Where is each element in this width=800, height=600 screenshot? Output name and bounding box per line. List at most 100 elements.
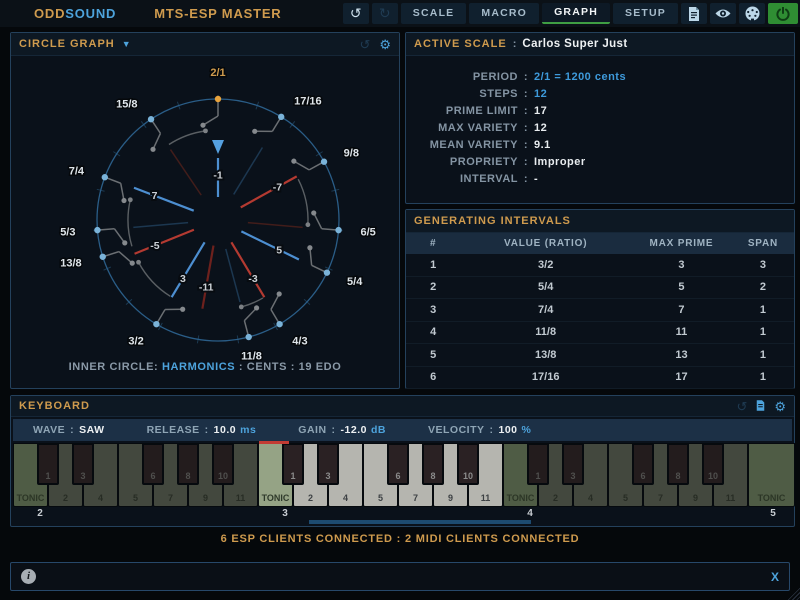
note-elbow	[114, 229, 124, 243]
black-key-10[interactable]: 10	[212, 443, 234, 485]
message-bar: i X	[10, 562, 790, 591]
mts-esp-master-window: ODDSOUND MTS-ESP MASTER ↺ ↻ SCALEMACROGR…	[0, 0, 800, 600]
black-key-3[interactable]: 3	[317, 443, 339, 485]
black-key-6[interactable]: 6	[387, 443, 409, 485]
key-label: 5	[378, 493, 383, 503]
logo-sound: SOUND	[65, 6, 116, 21]
gear-icon[interactable]: ⚙	[379, 38, 391, 51]
key-label: 2	[63, 493, 68, 503]
keyboard-document-icon[interactable]	[756, 400, 765, 413]
black-key-10[interactable]: 10	[457, 443, 479, 485]
circle-graph[interactable]: -1-75-3-113-572/117/169/86/55/44/311/83/…	[11, 56, 397, 368]
table-cell: 5/4	[460, 281, 631, 293]
midi-icon[interactable]	[739, 3, 765, 24]
control-release[interactable]: RELEASE:10.0ms	[147, 424, 257, 436]
note-elbow	[271, 294, 279, 310]
note-dot[interactable]	[321, 159, 327, 165]
control-gain[interactable]: GAIN:-12.0dB	[298, 424, 386, 436]
spoke-label: 7	[152, 190, 158, 202]
faint-spoke	[248, 223, 303, 228]
note-elbow	[203, 116, 218, 125]
black-key-1[interactable]: 1	[282, 443, 304, 485]
key-label: 3	[80, 471, 85, 481]
table-row[interactable]: 25/452	[406, 277, 794, 300]
keyboard-gear-icon[interactable]: ⚙	[774, 400, 786, 413]
note-dot[interactable]	[335, 227, 341, 233]
table-row[interactable]: 411/8111	[406, 322, 794, 345]
key-label: 3	[325, 471, 330, 481]
key-label: 4	[343, 493, 348, 503]
note-dot[interactable]	[94, 227, 100, 233]
spoke-label: 5	[276, 244, 282, 256]
table-cell: 7/4	[460, 304, 631, 316]
faint-spoke	[234, 148, 263, 195]
spoke-line	[134, 188, 194, 211]
control-label: WAVE	[33, 424, 65, 436]
property-value: 9.1	[534, 139, 551, 151]
undo-icon[interactable]: ↺	[343, 3, 369, 24]
intervals-table-body: 13/23325/45237/471411/8111513/8131617/16…	[406, 254, 794, 389]
black-key-6[interactable]: 6	[142, 443, 164, 485]
keyboard-reset-icon[interactable]: ↺	[736, 400, 747, 413]
interval-arc	[241, 298, 263, 307]
table-row[interactable]: 513/8131	[406, 344, 794, 367]
black-key-10[interactable]: 10	[702, 443, 724, 485]
black-key-8[interactable]: 8	[422, 443, 444, 485]
eye-icon[interactable]	[710, 3, 736, 24]
scale-property-row: PRIME LIMIT:17	[406, 102, 794, 119]
note-elbow	[121, 183, 124, 200]
keyboard-scrollbar[interactable]	[309, 520, 531, 524]
tab-setup[interactable]: SETUP	[613, 3, 678, 24]
control-velocity[interactable]: VELOCITY:100%	[428, 424, 531, 436]
reference-note-marker	[259, 441, 289, 444]
note-dot[interactable]	[278, 114, 284, 120]
circle-graph-panel: CIRCLE GRAPH ▼ ↺ ⚙ -1-75-3-113-572/117/1…	[10, 32, 400, 389]
key-label: 6	[150, 471, 155, 481]
tab-graph[interactable]: GRAPH	[542, 3, 610, 24]
control-wave[interactable]: WAVE:SAW	[33, 424, 105, 436]
position-marker[interactable]	[212, 140, 224, 154]
black-key-6[interactable]: 6	[632, 443, 654, 485]
chevron-down-icon[interactable]: ▼	[122, 39, 131, 49]
power-icon[interactable]	[768, 3, 798, 24]
note-dot[interactable]	[100, 254, 106, 260]
black-key-1[interactable]: 1	[37, 443, 59, 485]
table-cell: 7	[631, 304, 732, 316]
note-dot[interactable]	[215, 96, 221, 102]
key-label: 10	[708, 471, 718, 481]
note-dot[interactable]	[324, 269, 330, 275]
document-icon[interactable]	[681, 3, 707, 24]
black-key-3[interactable]: 3	[562, 443, 584, 485]
redo-icon[interactable]: ↻	[372, 3, 398, 24]
active-scale-name: Carlos Super Just	[522, 38, 627, 50]
table-row[interactable]: 37/471	[406, 299, 794, 322]
black-key-8[interactable]: 8	[667, 443, 689, 485]
note-dot[interactable]	[148, 116, 154, 122]
note-dot[interactable]	[102, 174, 108, 180]
spoke-line	[135, 230, 194, 254]
column-header: #	[406, 238, 460, 249]
key-label: TONIC	[507, 493, 535, 503]
table-row[interactable]: 617/16171	[406, 367, 794, 390]
note-inner-dot	[200, 123, 205, 128]
interval-arc	[128, 200, 132, 247]
close-icon[interactable]: X	[771, 570, 779, 584]
tab-scale[interactable]: SCALE	[401, 3, 467, 24]
white-key-tonic[interactable]: TONIC	[748, 443, 795, 507]
generating-intervals-panel: GENERATING INTERVALS #VALUE (RATIO)MAX P…	[405, 209, 795, 389]
table-row[interactable]: 13/233	[406, 254, 794, 277]
note-inner-dot	[311, 210, 316, 215]
reset-icon[interactable]: ↺	[359, 38, 370, 51]
control-colon: :	[205, 424, 209, 436]
black-key-1[interactable]: 1	[527, 443, 549, 485]
property-label: PERIOD	[406, 71, 518, 83]
note-dot[interactable]	[153, 321, 159, 327]
note-dot[interactable]	[246, 334, 252, 340]
note-dot[interactable]	[276, 321, 282, 327]
note-ratio-label: 5/3	[60, 227, 75, 239]
key-label: 5	[623, 493, 628, 503]
black-key-3[interactable]: 3	[72, 443, 94, 485]
spoke-label: -5	[150, 240, 159, 252]
tab-macro[interactable]: MACRO	[469, 3, 539, 24]
black-key-8[interactable]: 8	[177, 443, 199, 485]
